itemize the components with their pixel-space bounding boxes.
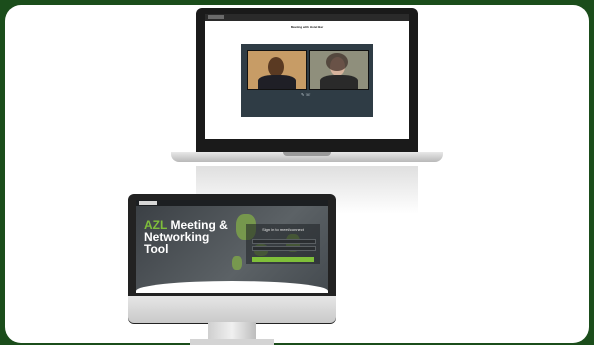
laptop-screen: Meeting with Hotel Bar ✎ ☏ — [205, 14, 409, 139]
login-button[interactable] — [252, 257, 314, 262]
login-title: Sign in to meet/connect — [262, 227, 304, 232]
password-field[interactable] — [252, 246, 316, 251]
app-logo — [208, 15, 224, 19]
laptop-notch — [283, 152, 331, 156]
email-field[interactable] — [252, 239, 316, 244]
hero-headline: AZL Meeting & Networking Tool — [144, 219, 234, 255]
video-tile-participant-2 — [309, 50, 369, 90]
desktop-app-topbar — [136, 200, 328, 206]
monitor-stand — [208, 322, 256, 340]
login-panel: Sign in to meet/connect — [246, 224, 320, 264]
laptop-app-topbar — [205, 14, 409, 21]
monitor-stand-base — [190, 339, 274, 345]
desktop-screen: AZL Meeting & Networking Tool Sign in to… — [136, 200, 328, 293]
participant-1-body — [258, 75, 296, 89]
screen-footer-wave — [136, 281, 328, 293]
map-region — [232, 256, 242, 270]
participant-2-hair — [326, 53, 348, 71]
participant-2-body — [320, 75, 358, 89]
app-logo — [139, 201, 157, 205]
participant-1-face — [268, 57, 284, 77]
monitor-chin — [128, 296, 336, 323]
video-call-area: ✎ ☏ — [241, 44, 373, 117]
meeting-title: Meeting with Hotel Bar — [290, 25, 324, 29]
call-controls[interactable]: ✎ ☏ — [301, 92, 310, 97]
video-tile-participant-1 — [247, 50, 307, 90]
